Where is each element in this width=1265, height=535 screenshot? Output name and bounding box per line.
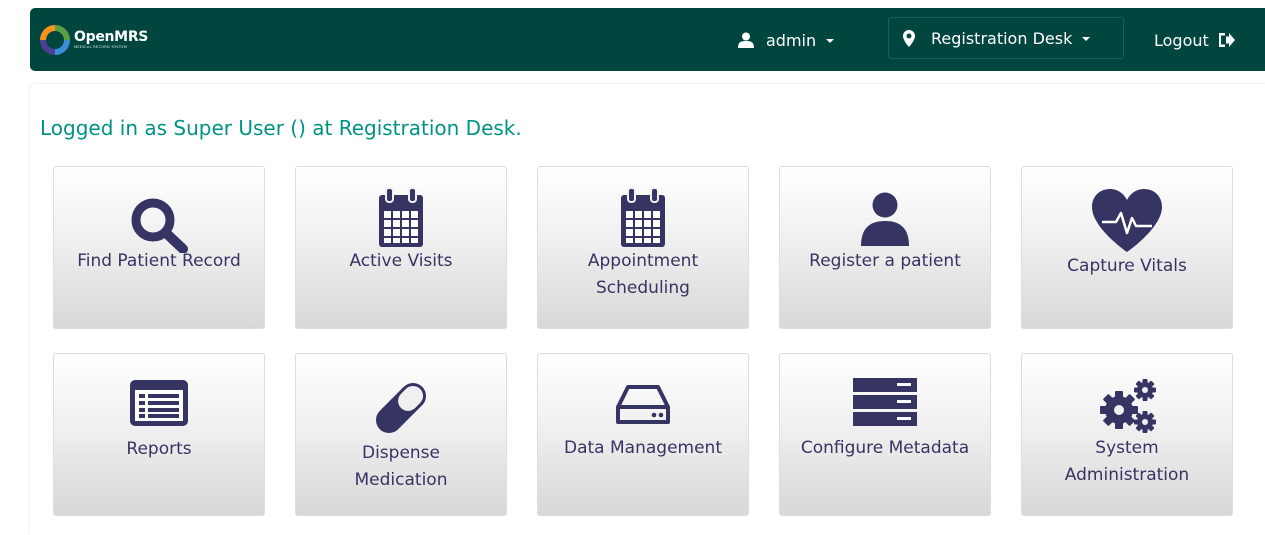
tile-label: Dispense Medication (354, 443, 448, 490)
capture-vitals-tile[interactable]: Capture Vitals (1021, 166, 1233, 329)
hdd-icon (616, 385, 670, 424)
logo-name: OpenMRS (74, 29, 149, 46)
data-management-tile[interactable]: Data Management (537, 353, 749, 516)
tile-label: Register a patient (809, 251, 961, 271)
logout-label: Logout (1154, 30, 1209, 50)
map-marker-icon (903, 29, 915, 47)
active-visits-tile[interactable]: Active Visits (295, 166, 507, 329)
tile-label: Active Visits (349, 251, 453, 271)
welcome-message: Logged in as Super User () at Registrati… (40, 116, 522, 140)
user-icon (738, 32, 754, 48)
tile-label: Find Patient Record (77, 251, 241, 271)
appointment-scheduling-tile[interactable]: Appointment Scheduling (537, 166, 749, 329)
register-patient-tile[interactable]: Register a patient (779, 166, 991, 329)
cogs-icon (1100, 379, 1156, 433)
system-administration-tile[interactable]: System Administration (1021, 353, 1233, 516)
chevron-down-icon (1082, 37, 1091, 41)
tile-label: Configure Metadata (800, 438, 970, 458)
list-alt-icon (130, 380, 188, 426)
logout-link[interactable]: Logout (1154, 28, 1235, 52)
tile-label: Capture Vitals (1067, 256, 1187, 276)
configure-metadata-tile[interactable]: Configure Metadata (779, 353, 991, 516)
reports-tile[interactable]: Reports (53, 353, 265, 516)
top-navbar: OpenMRS MEDICAL RECORD SYSTEM admin Regi… (30, 8, 1265, 71)
openmrs-logo[interactable]: OpenMRS MEDICAL RECORD SYSTEM (40, 25, 148, 55)
user-menu-label: admin (766, 30, 817, 50)
user-menu[interactable]: admin (738, 28, 835, 52)
openmrs-logo-icon (40, 25, 70, 55)
location-menu-label: Registration Desk (931, 28, 1073, 48)
tile-label: Appointment Scheduling (587, 251, 699, 298)
dispense-medication-tile[interactable]: Dispense Medication (295, 353, 507, 516)
tile-label: Reports (126, 439, 192, 459)
user-icon (861, 192, 909, 246)
heartbeat-icon (1092, 189, 1162, 252)
server-icon (853, 378, 917, 426)
location-menu[interactable]: Registration Desk (888, 17, 1124, 59)
sign-out-icon (1218, 33, 1235, 47)
calendar-icon (621, 187, 665, 247)
logo-tagline: MEDICAL RECORD SYSTEM (74, 45, 128, 50)
calendar-icon (379, 187, 423, 247)
tile-label: Data Management (564, 438, 722, 458)
search-icon (131, 198, 188, 253)
tile-label: System Administration (1064, 438, 1190, 485)
chevron-down-icon (826, 39, 835, 43)
pill-icon (375, 382, 427, 434)
find-patient-record-tile[interactable]: Find Patient Record (53, 166, 265, 329)
